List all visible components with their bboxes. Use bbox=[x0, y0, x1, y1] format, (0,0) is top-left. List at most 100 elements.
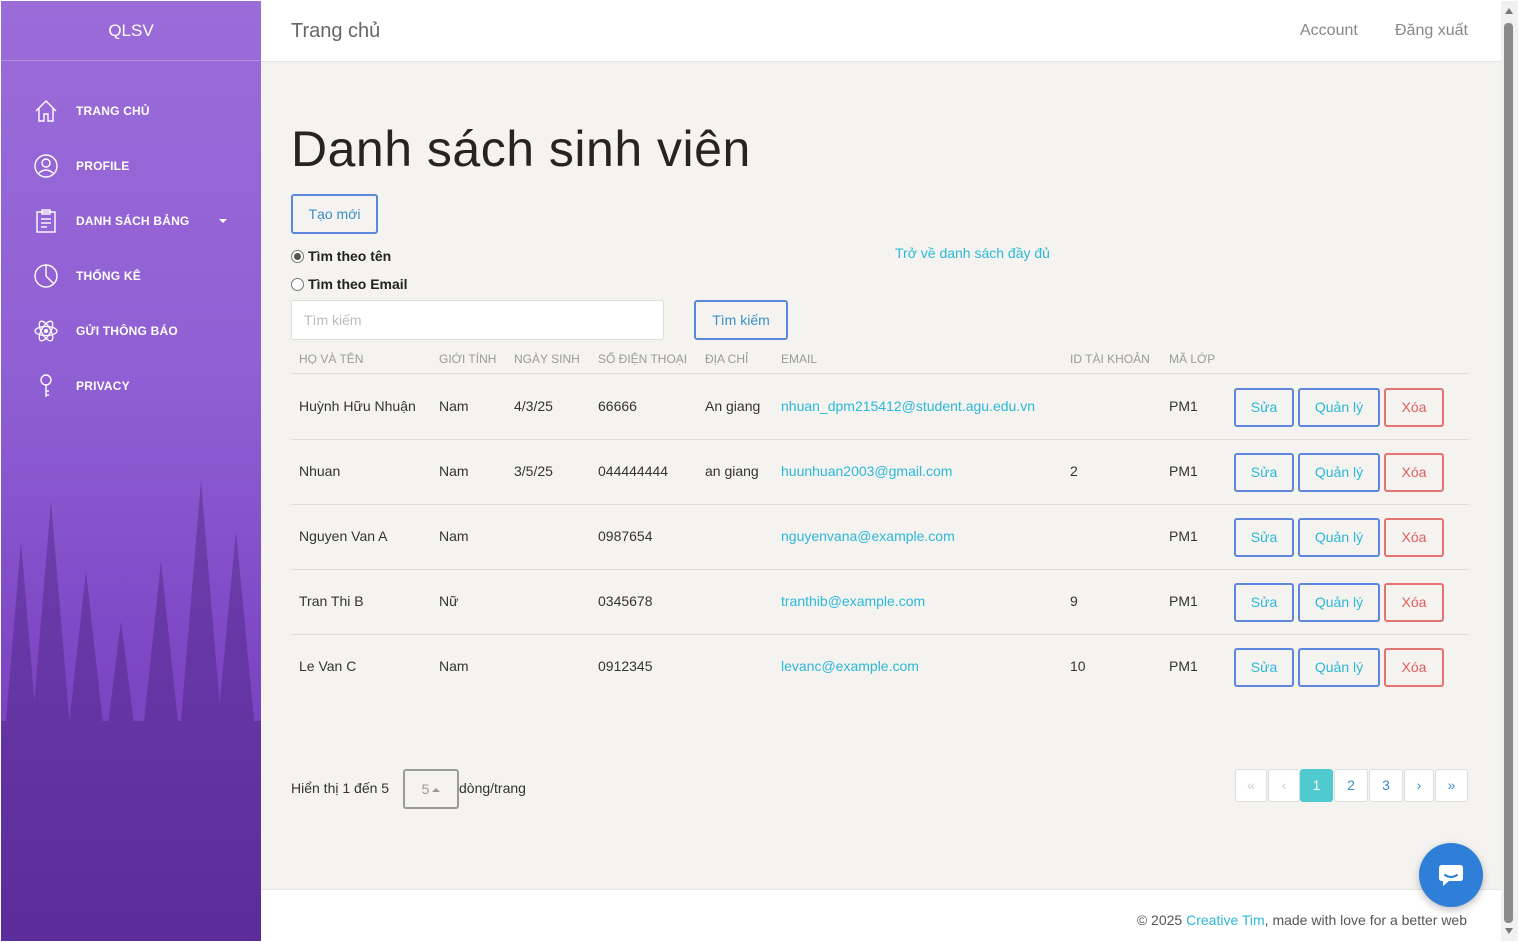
column-header-email: EMAIL bbox=[781, 352, 818, 366]
next-page-button[interactable]: › bbox=[1404, 769, 1434, 802]
sidebar-item-label: PRIVACY bbox=[76, 378, 130, 393]
copyright-prefix: © 2025 bbox=[1136, 912, 1187, 928]
per-page-label: dòng/trang bbox=[459, 780, 526, 796]
cell-phone: 0987654 bbox=[598, 528, 653, 544]
edit-button[interactable]: Sửa bbox=[1234, 648, 1294, 687]
delete-button[interactable]: Xóa bbox=[1384, 518, 1444, 557]
cell-email-link[interactable]: tranthib@example.com bbox=[781, 593, 925, 609]
search-by-name-radio[interactable] bbox=[291, 249, 304, 263]
cell-dob: 3/5/25 bbox=[514, 463, 553, 479]
cell-account-id: 10 bbox=[1070, 658, 1086, 674]
vertical-scrollbar[interactable] bbox=[1501, 1, 1518, 941]
sidebar-item-label: THỐNG KÊ bbox=[76, 268, 141, 283]
search-by-email-label: Tìm theo Email bbox=[308, 276, 408, 292]
column-header-gender: GIỚI TÍNH bbox=[439, 352, 497, 366]
page-size-value: 5 bbox=[421, 781, 430, 797]
cell-phone: 0912345 bbox=[598, 658, 653, 674]
main-content: Danh sách sinh viên Tạo mới Tìm theo tên… bbox=[261, 62, 1501, 889]
sidebar-item-home[interactable]: TRANG CHỦ bbox=[1, 83, 261, 138]
table-row: Nguyen Van A Nam 0987654 nguyenvana@exam… bbox=[291, 505, 1469, 570]
showing-range-text: Hiển thị 1 đến 5 bbox=[291, 780, 390, 796]
delete-button[interactable]: Xóa bbox=[1384, 583, 1444, 622]
sidebar-item-privacy[interactable]: PRIVACY bbox=[1, 358, 261, 413]
scroll-up-arrow-icon[interactable] bbox=[1505, 8, 1513, 14]
chat-widget-button[interactable] bbox=[1419, 843, 1483, 907]
manage-button[interactable]: Quản lý bbox=[1298, 583, 1380, 622]
page-button-3[interactable]: 3 bbox=[1369, 769, 1403, 802]
manage-button[interactable]: Quản lý bbox=[1298, 648, 1380, 687]
cell-gender: Nam bbox=[439, 398, 469, 414]
sidebar-nav: TRANG CHỦ PROFILE DANH SÁCH BẢNG THỐNG K… bbox=[1, 61, 261, 413]
cell-email-link[interactable]: huunhuan2003@gmail.com bbox=[781, 463, 952, 479]
manage-button[interactable]: Quản lý bbox=[1298, 518, 1380, 557]
search-by-email-radio[interactable] bbox=[291, 277, 304, 291]
delete-button[interactable]: Xóa bbox=[1384, 648, 1444, 687]
cell-gender: Nam bbox=[439, 463, 469, 479]
column-header-class: MÃ LỚP bbox=[1169, 352, 1216, 366]
sidebar: QLSV TRANG CHỦ PROFILE DANH SÁCH BẢNG TH… bbox=[1, 1, 261, 941]
create-button[interactable]: Tạo mới bbox=[291, 194, 378, 234]
column-header-account-id: ID TÀI KHOẢN bbox=[1070, 352, 1150, 366]
cell-class: PM1 bbox=[1169, 658, 1198, 674]
footer: © 2025 Creative Tim, made with love for … bbox=[261, 889, 1501, 941]
table-row: Le Van C Nam 0912345 levanc@example.com … bbox=[291, 635, 1469, 700]
sidebar-item-label: GỬI THÔNG BÁO bbox=[76, 323, 178, 338]
page-button-2[interactable]: 2 bbox=[1334, 769, 1368, 802]
back-to-full-list-link[interactable]: Trở về danh sách đầy đủ bbox=[895, 245, 1050, 261]
cell-name: Huỳnh Hữu Nhuận bbox=[299, 398, 416, 414]
top-navbar: Trang chủ Account Đăng xuất bbox=[261, 1, 1501, 62]
last-page-button[interactable]: » bbox=[1435, 769, 1468, 802]
user-circle-icon bbox=[34, 153, 58, 178]
creative-tim-link[interactable]: Creative Tim bbox=[1186, 912, 1265, 928]
delete-button[interactable]: Xóa bbox=[1384, 453, 1444, 492]
search-by-name-label: Tìm theo tên bbox=[308, 248, 392, 264]
page-button-1[interactable]: 1 bbox=[1300, 769, 1333, 802]
search-by-name-option[interactable]: Tìm theo tên bbox=[291, 248, 391, 264]
edit-button[interactable]: Sửa bbox=[1234, 518, 1294, 557]
manage-button[interactable]: Quản lý bbox=[1298, 453, 1380, 492]
table-header: HỌ VÀ TÊN GIỚI TÍNH NGÀY SINH SỐ ĐIỆN TH… bbox=[291, 346, 1469, 374]
page-size-select[interactable]: 5 bbox=[403, 769, 459, 809]
edit-button[interactable]: Sửa bbox=[1234, 453, 1294, 492]
scroll-down-arrow-icon[interactable] bbox=[1505, 928, 1513, 934]
cell-name: Nguyen Van A bbox=[299, 528, 388, 544]
search-by-email-option[interactable]: Tìm theo Email bbox=[291, 276, 408, 292]
sidebar-item-notifications[interactable]: GỬI THÔNG BÁO bbox=[1, 303, 261, 358]
cell-class: PM1 bbox=[1169, 398, 1198, 414]
sidebar-item-profile[interactable]: PROFILE bbox=[1, 138, 261, 193]
pie-chart-icon bbox=[34, 263, 58, 288]
cell-email-link[interactable]: nhuan_dpm215412@student.agu.edu.vn bbox=[781, 398, 1035, 414]
prev-page-button[interactable]: ‹ bbox=[1268, 769, 1300, 802]
sidebar-item-tables[interactable]: DANH SÁCH BẢNG bbox=[1, 193, 261, 248]
sidebar-item-statistics[interactable]: THỐNG KÊ bbox=[1, 248, 261, 303]
table-row: Huỳnh Hữu Nhuận Nam 4/3/25 66666 An gian… bbox=[291, 375, 1469, 440]
cell-phone: 044444444 bbox=[598, 463, 669, 479]
cell-email-link[interactable]: nguyenvana@example.com bbox=[781, 528, 955, 544]
copyright-text: © 2025 Creative Tim, made with love for … bbox=[1137, 912, 1467, 928]
cell-gender: Nữ bbox=[439, 593, 459, 609]
cell-phone: 0345678 bbox=[598, 593, 653, 609]
scroll-thumb[interactable] bbox=[1504, 23, 1513, 923]
column-header-name: HỌ VÀ TÊN bbox=[299, 352, 364, 366]
cell-account-id: 2 bbox=[1070, 463, 1078, 479]
manage-button[interactable]: Quản lý bbox=[1298, 388, 1380, 427]
delete-button[interactable]: Xóa bbox=[1384, 388, 1444, 427]
caret-up-icon bbox=[432, 788, 441, 793]
table-row: Tran Thi B Nữ 0345678 tranthib@example.c… bbox=[291, 570, 1469, 635]
table-row: Nhuan Nam 3/5/25 044444444 an giang huun… bbox=[291, 440, 1469, 505]
cell-dob: 4/3/25 bbox=[514, 398, 553, 414]
cell-name: Le Van C bbox=[299, 658, 357, 674]
search-button[interactable]: Tìm kiếm bbox=[694, 300, 788, 340]
account-link[interactable]: Account bbox=[1300, 22, 1358, 40]
search-input[interactable]: Tìm kiếm bbox=[291, 300, 664, 340]
cell-email-link[interactable]: levanc@example.com bbox=[781, 658, 919, 674]
edit-button[interactable]: Sửa bbox=[1234, 388, 1294, 427]
edit-button[interactable]: Sửa bbox=[1234, 583, 1294, 622]
cell-gender: Nam bbox=[439, 658, 469, 674]
cell-address: an giang bbox=[705, 463, 759, 479]
content-heading: Danh sách sinh viên bbox=[291, 121, 751, 177]
brand-logo[interactable]: QLSV bbox=[1, 1, 261, 61]
column-header-phone: SỐ ĐIỆN THOẠI bbox=[598, 352, 688, 366]
logout-link[interactable]: Đăng xuất bbox=[1395, 22, 1468, 40]
first-page-button[interactable]: « bbox=[1235, 769, 1267, 802]
